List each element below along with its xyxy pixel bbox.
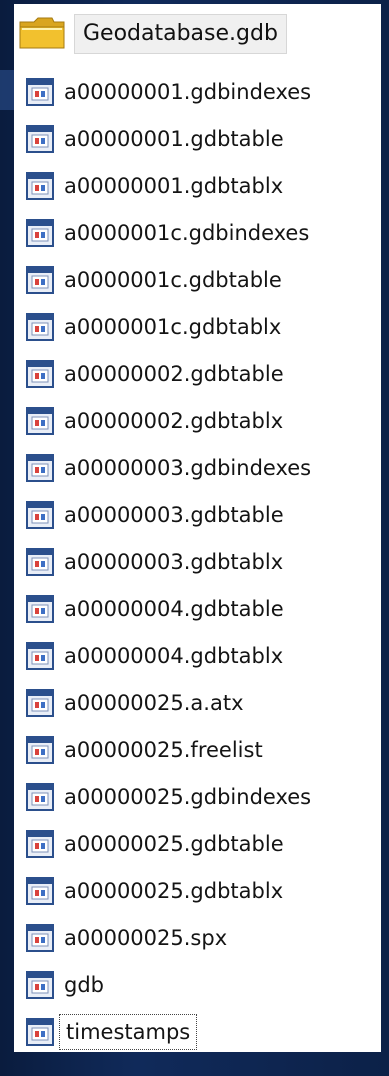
file-name: a0000001c.gdbindexes [64,220,310,245]
file-item[interactable]: a00000003.gdbindexes [14,444,381,491]
file-item[interactable]: a00000003.gdbtable [14,491,381,538]
file-icon [26,124,54,153]
file-icon [26,1017,54,1046]
file-icon [26,359,54,388]
file-item[interactable]: a00000002.gdbtablx [14,397,381,444]
file-name: a00000001.gdbindexes [64,79,312,104]
file-name: a00000003.gdbtablx [64,549,284,574]
file-name: a00000025.spx [64,925,228,950]
file-icon [26,406,54,435]
file-icon [26,547,54,576]
file-name: a00000003.gdbindexes [64,455,312,480]
file-name: a00000001.gdbtable [64,126,284,151]
file-item[interactable]: a00000025.a.atx [14,679,381,726]
file-name: a00000004.gdbtablx [64,643,284,668]
file-icon [26,500,54,529]
file-icon [26,829,54,858]
file-item[interactable]: a00000001.gdbtable [14,115,381,162]
file-name: a00000002.gdbtablx [64,408,284,433]
file-icon [26,923,54,952]
file-icon [26,782,54,811]
file-item[interactable]: a00000004.gdbtable [14,585,381,632]
file-icon [26,641,54,670]
file-name: a00000025.freelist [64,737,263,762]
file-name: a00000001.gdbtablx [64,173,284,198]
file-icon [26,453,54,482]
file-name: a0000001c.gdbtablx [64,314,282,339]
file-list: a00000001.gdbindexes a00000001.gdbtable a0… [14,68,381,1055]
file-item[interactable]: a00000025.gdbindexes [14,773,381,820]
file-icon [26,735,54,764]
file-item[interactable]: a00000001.gdbtablx [14,162,381,209]
folder-row[interactable]: Geodatabase.gdb [14,4,381,56]
file-icon [26,594,54,623]
file-icon [26,876,54,905]
file-name: a00000003.gdbtable [64,502,284,527]
file-item[interactable]: a00000001.gdbindexes [14,68,381,115]
file-icon [26,312,54,341]
file-item[interactable]: a00000025.gdbtable [14,820,381,867]
file-name: timestamps [58,1013,198,1050]
file-item[interactable]: a00000025.spx [14,914,381,961]
folder-name: Geodatabase.gdb [74,14,287,54]
file-item[interactable]: a0000001c.gdbtable [14,256,381,303]
file-name: a00000025.a.atx [64,690,244,715]
file-item[interactable]: a00000003.gdbtablx [14,538,381,585]
file-icon [26,265,54,294]
file-name: a00000025.gdbtablx [64,878,284,903]
file-browser-panel: Geodatabase.gdb a00000001.gdbindexes a000… [14,4,381,1052]
file-item[interactable]: timestamps [14,1008,381,1055]
file-name: a00000002.gdbtable [64,361,284,386]
file-name: a0000001c.gdbtable [64,267,282,292]
file-icon [26,218,54,247]
file-item[interactable]: a0000001c.gdbtablx [14,303,381,350]
file-name: a00000025.gdbtable [64,831,284,856]
file-item[interactable]: a00000004.gdbtablx [14,632,381,679]
file-icon [26,688,54,717]
file-item[interactable]: a0000001c.gdbindexes [14,209,381,256]
file-item[interactable]: a00000002.gdbtable [14,350,381,397]
file-name: a00000004.gdbtable [64,596,284,621]
file-icon [26,77,54,106]
file-item[interactable]: a00000025.gdbtablx [14,867,381,914]
file-name: a00000025.gdbindexes [64,784,312,809]
file-icon [26,970,54,999]
file-item[interactable]: a00000025.freelist [14,726,381,773]
file-item[interactable]: gdb [14,961,381,1008]
folder-icon [19,17,65,49]
file-name: gdb [64,972,104,997]
file-icon [26,171,54,200]
